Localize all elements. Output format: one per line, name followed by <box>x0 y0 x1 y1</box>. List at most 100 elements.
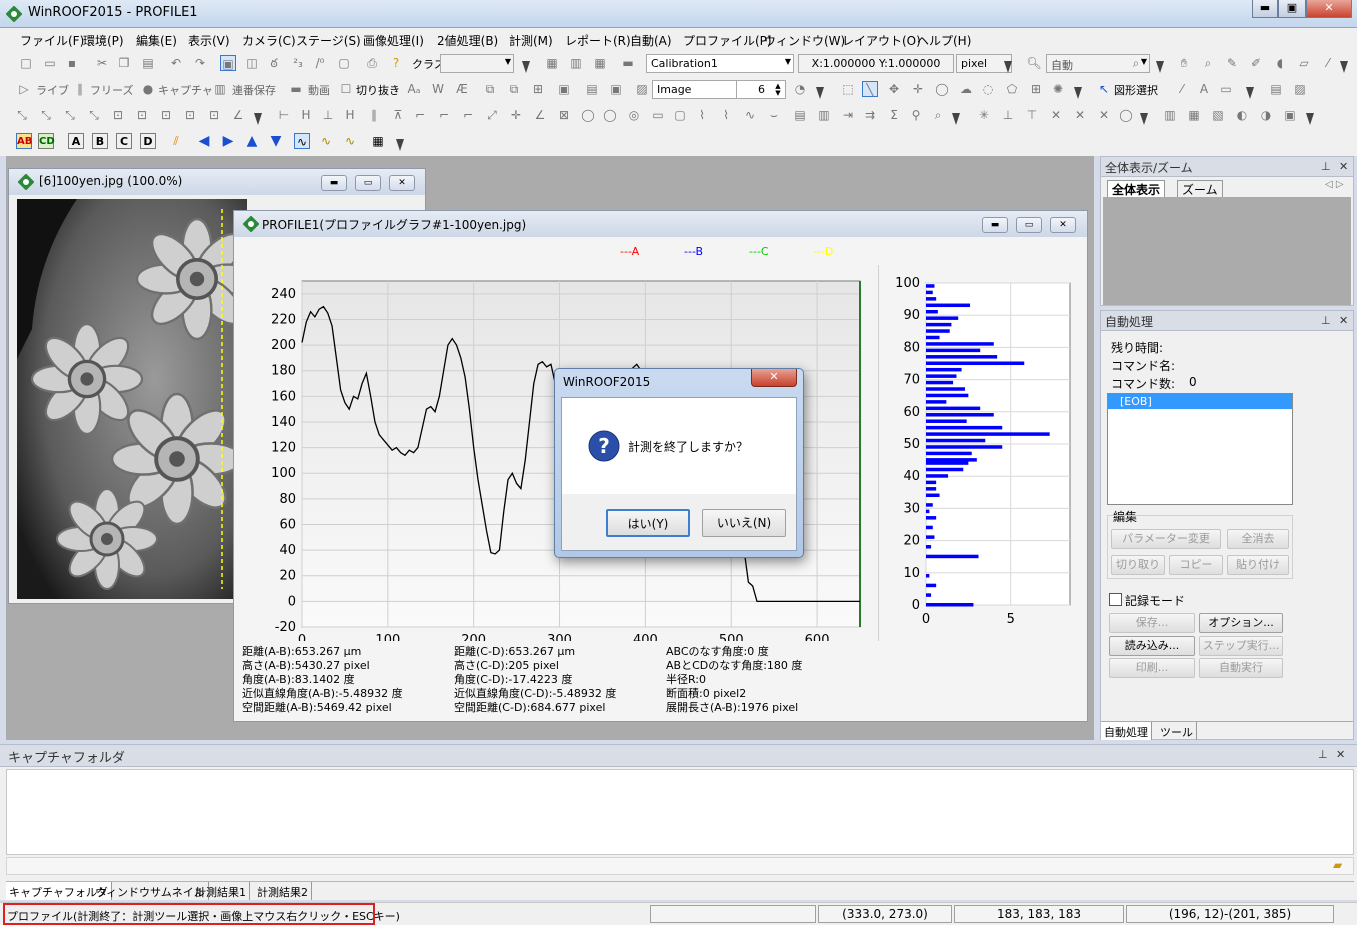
arrow2-icon[interactable]: ⇉ <box>862 107 878 123</box>
polyline-icon[interactable]: ⌇ <box>694 107 710 123</box>
filter6-icon[interactable]: ▣ <box>608 81 624 97</box>
image-icon[interactable]: ▨ <box>634 81 650 97</box>
measure-distance3-icon[interactable]: ⤡ <box>62 107 78 123</box>
ae-icon[interactable]: Æ <box>454 81 470 97</box>
x-icon[interactable]: ✕ <box>1048 107 1064 123</box>
wand-icon[interactable]: ✺ <box>1050 81 1066 97</box>
command-list[interactable]: [EOB] <box>1107 393 1293 505</box>
wave3-icon[interactable]: ∿ <box>342 133 358 149</box>
flip-icon[interactable]: /⁰ <box>312 55 328 71</box>
measure-area-icon[interactable]: ⊡ <box>110 107 126 123</box>
step2-icon[interactable]: ⌐ <box>436 107 452 123</box>
toolbar-grip[interactable] <box>952 113 960 125</box>
image-max-button[interactable]: ▭ <box>355 175 381 191</box>
coin-image[interactable] <box>17 199 247 599</box>
redo-icon[interactable]: ↷ <box>192 55 208 71</box>
point-a-icon[interactable]: A <box>68 133 84 149</box>
menu-file[interactable]: ファイル(F) <box>20 32 84 49</box>
paste-button[interactable]: 貼り付け <box>1227 555 1289 575</box>
sum-icon[interactable]: Σ <box>886 107 902 123</box>
point-icon[interactable]: ✛ <box>508 107 524 123</box>
layer-icon[interactable]: ▤ <box>1268 81 1284 97</box>
curve2-icon[interactable]: ⌣ <box>766 107 782 123</box>
grid-icon[interactable]: ▦ <box>544 55 560 71</box>
spin-arrows-icon[interactable]: ▲ ▼ <box>770 83 786 99</box>
copy-icon[interactable]: ❐ <box>116 55 132 71</box>
rect2-icon[interactable]: ▢ <box>672 107 688 123</box>
shape-select-button[interactable]: 図形選択 <box>1114 82 1158 98</box>
menu-layout[interactable]: レイアウト(O) <box>842 32 921 49</box>
toolbar-grip[interactable] <box>1340 61 1348 73</box>
tab-tools[interactable]: ツール <box>1157 722 1197 740</box>
perp-icon[interactable]: ⊥ <box>1000 107 1016 123</box>
pointer-icon[interactable]: ↖ <box>1096 81 1112 97</box>
filter5-icon[interactable]: ▤ <box>584 81 600 97</box>
table2-icon[interactable]: ▥ <box>816 107 832 123</box>
filter3-icon[interactable]: ⊞ <box>530 81 546 97</box>
cd-icon[interactable]: CD <box>38 133 55 149</box>
ruler-icon[interactable]: ▥ <box>568 55 584 71</box>
magnifier-icon[interactable]: ⌕ <box>1128 55 1144 71</box>
layout4-icon[interactable]: ◐ <box>1234 107 1250 123</box>
toolbar-grip[interactable] <box>1306 113 1314 125</box>
no-button[interactable]: いいえ(N) <box>702 509 786 537</box>
fill-icon[interactable]: ◖ <box>1272 55 1288 71</box>
font-icon[interactable]: Aₐ <box>406 81 422 97</box>
step3-icon[interactable]: ⌐ <box>460 107 476 123</box>
profile-chart-icon[interactable]: ⫽ <box>168 133 184 149</box>
point-d-icon[interactable]: D <box>140 133 156 149</box>
profile-min-button[interactable]: ▬ <box>982 217 1008 233</box>
toolbar-grip[interactable] <box>1156 61 1164 73</box>
save-icon[interactable]: ▪ <box>64 55 80 71</box>
toolbar-grip[interactable] <box>1246 87 1254 99</box>
tab-overview[interactable]: 全体表示 <box>1107 180 1166 198</box>
polygon-icon[interactable]: ⬠ <box>1004 81 1020 97</box>
circle3-icon[interactable]: ◎ <box>626 107 642 123</box>
draw-line-icon[interactable]: ⁄ <box>1174 81 1190 97</box>
table-view-icon[interactable]: ▦ <box>370 133 386 149</box>
menu-measure[interactable]: 計測(M) <box>509 32 553 49</box>
toolbar-grip[interactable] <box>816 87 824 99</box>
rect-measure-icon[interactable]: ▭ <box>650 107 666 123</box>
cut-icon[interactable]: ✂ <box>94 55 110 71</box>
star-icon[interactable]: ✳ <box>976 107 992 123</box>
calibration-combo[interactable]: Calibration1 ▼ <box>646 54 794 73</box>
step-icon[interactable]: ⌐ <box>412 107 428 123</box>
print-button[interactable]: 印刷... <box>1109 658 1195 678</box>
tool-icon[interactable]: ⚲ <box>908 107 924 123</box>
measure-distance-icon[interactable]: ⤡ <box>14 107 30 123</box>
record-mode-checkbox[interactable] <box>1109 593 1122 606</box>
freeze-button[interactable]: フリーズ <box>90 82 133 98</box>
layout-icon[interactable]: ▥ <box>1162 107 1178 123</box>
brush-icon[interactable]: ✐ <box>1248 55 1264 71</box>
up-arrow-icon[interactable]: ▲ <box>244 133 260 149</box>
tool2-icon[interactable]: ⌕ <box>930 107 946 123</box>
crop-button[interactable]: 切り抜き <box>356 82 400 98</box>
layout5-icon[interactable]: ◑ <box>1258 107 1274 123</box>
lasso-icon[interactable]: ◌ <box>980 81 996 97</box>
filter4-icon[interactable]: ▣ <box>556 81 572 97</box>
measure-distance4-icon[interactable]: ⤡ <box>86 107 102 123</box>
circle-measure-icon[interactable]: ◯ <box>580 107 596 123</box>
menu-window[interactable]: ウィンドウ(W) <box>764 32 845 49</box>
profile-close-button[interactable]: ✕ <box>1050 217 1076 233</box>
load-button[interactable]: 読み込み... <box>1109 636 1195 656</box>
circle-x-icon[interactable]: ◯ <box>1118 107 1134 123</box>
image-min-button[interactable]: ▬ <box>321 175 347 191</box>
close-button[interactable]: ✕ <box>1306 0 1352 18</box>
tab-auto-processing[interactable]: 自動処理 <box>1101 722 1152 740</box>
image-window-titlebar[interactable]: [6]100yen.jpg (100.0%) ▬ ▭ ✕ <box>9 169 425 195</box>
copy-button[interactable]: コピー <box>1169 555 1223 575</box>
command-list-item[interactable]: [EOB] <box>1108 394 1292 409</box>
overview-view[interactable] <box>1103 197 1351 305</box>
height3-icon[interactable]: H <box>342 107 358 123</box>
zoom-tool-icon[interactable]: ⌕ <box>1200 55 1216 71</box>
point-c-icon[interactable]: C <box>116 133 132 149</box>
toolbar-grip[interactable] <box>1074 87 1082 99</box>
polyline2-icon[interactable]: ⌇ <box>718 107 734 123</box>
eraser-icon[interactable]: ▱ <box>1296 55 1312 71</box>
filter-icon[interactable]: ⧉ <box>482 81 498 97</box>
text-icon[interactable]: A <box>1196 81 1212 97</box>
clear-all-button[interactable]: 全消去 <box>1227 529 1289 549</box>
measure-angle-icon[interactable]: ∠ <box>230 107 246 123</box>
